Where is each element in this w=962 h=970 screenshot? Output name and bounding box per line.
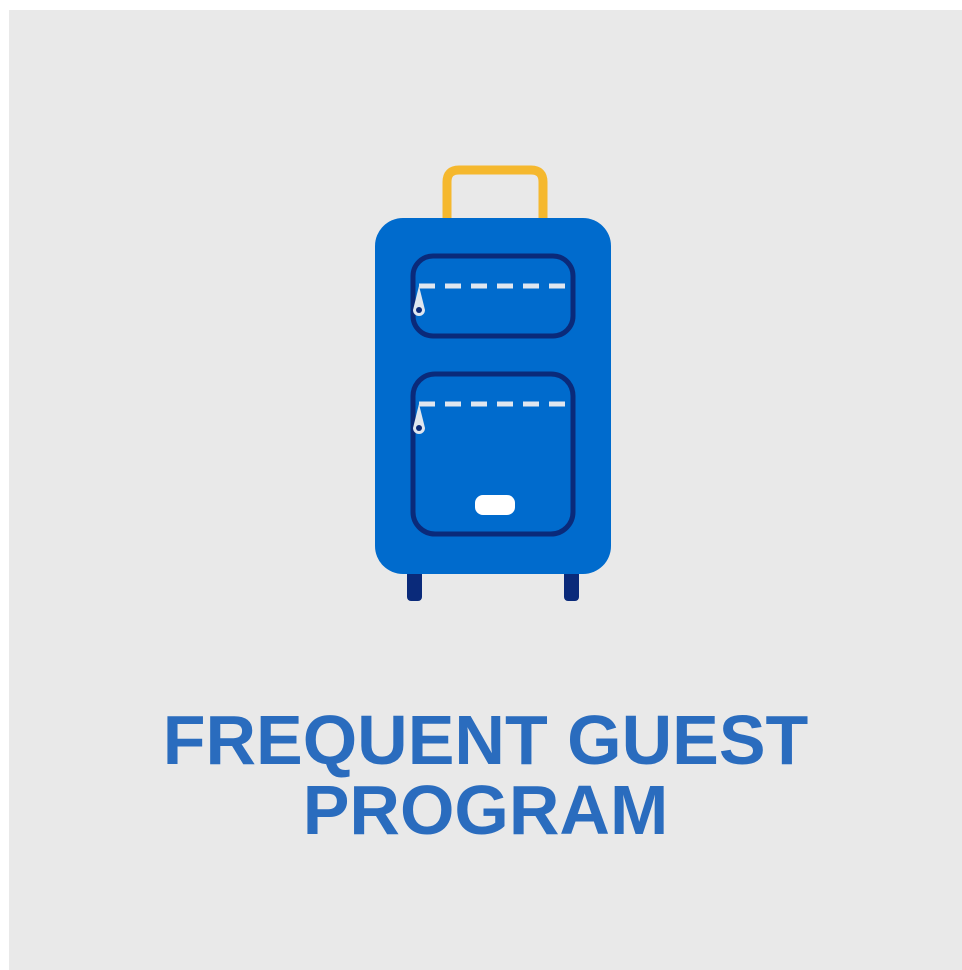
title-line-2: PROGRAM <box>302 771 669 849</box>
tile-title: FREQUENT GUEST PROGRAM <box>9 705 962 845</box>
title-line-1: FREQUENT GUEST <box>162 701 809 779</box>
frequent-guest-program-tile[interactable]: FREQUENT GUEST PROGRAM <box>9 10 962 970</box>
suitcase-icon <box>367 160 617 610</box>
